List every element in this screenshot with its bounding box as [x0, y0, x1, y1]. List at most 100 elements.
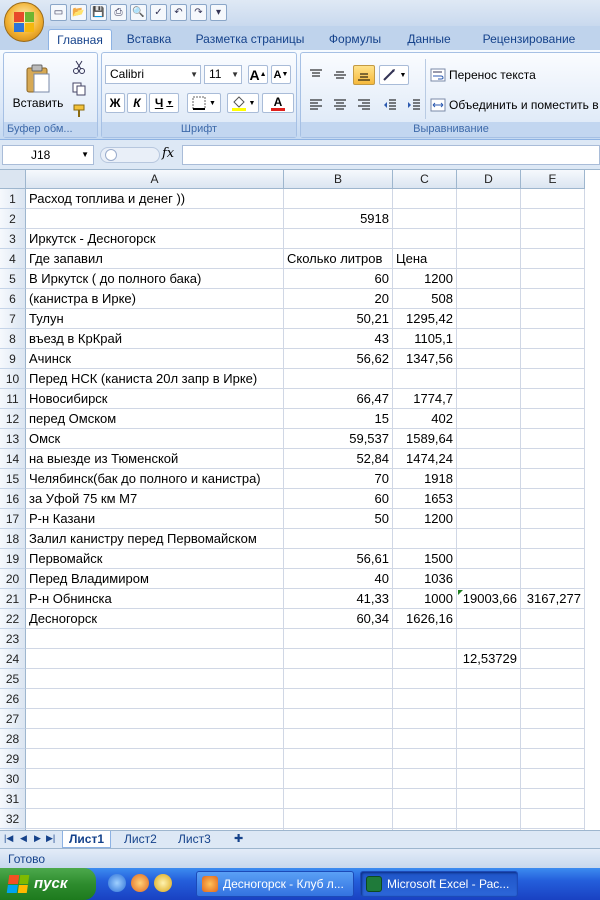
fx-icon[interactable]: fx	[162, 146, 174, 161]
cell-b15[interactable]: 70	[284, 469, 393, 489]
cell-d26[interactable]	[457, 689, 521, 709]
cell-a31[interactable]	[26, 789, 284, 809]
cell-a10[interactable]: Перед НСК (каниста 20л запр в Ирке)	[26, 369, 284, 389]
cell-a5[interactable]: В Иркутск ( до полного бака)	[26, 269, 284, 289]
cell-a27[interactable]	[26, 709, 284, 729]
cell-c30[interactable]	[393, 769, 457, 789]
cell-a3[interactable]: Иркутск - Десногорск	[26, 229, 284, 249]
cell-e14[interactable]	[521, 449, 585, 469]
cell-c27[interactable]	[393, 709, 457, 729]
cell-d16[interactable]	[457, 489, 521, 509]
cell-b23[interactable]	[284, 629, 393, 649]
cell-d10[interactable]	[457, 369, 521, 389]
cell-e21[interactable]: 3167,277	[521, 589, 585, 609]
cell-e23[interactable]	[521, 629, 585, 649]
cell-a13[interactable]: Омск	[26, 429, 284, 449]
cell-a7[interactable]: Тулун	[26, 309, 284, 329]
align-right-icon[interactable]	[353, 95, 375, 115]
cell-c4[interactable]: Цена	[393, 249, 457, 269]
next-sheet-icon[interactable]: ▶	[34, 833, 41, 844]
office-button[interactable]	[4, 2, 44, 42]
copy-icon[interactable]	[70, 81, 88, 97]
cell-e28[interactable]	[521, 729, 585, 749]
cell-c9[interactable]: 1347,56	[393, 349, 457, 369]
cell-b16[interactable]: 60	[284, 489, 393, 509]
cell-d27[interactable]	[457, 709, 521, 729]
cell-e9[interactable]	[521, 349, 585, 369]
cell-d1[interactable]	[457, 189, 521, 209]
cell-a1[interactable]: Расход топлива и денег ))	[26, 189, 284, 209]
cell-a11[interactable]: Новосибирск	[26, 389, 284, 409]
cell-b21[interactable]: 41,33	[284, 589, 393, 609]
cell-d29[interactable]	[457, 749, 521, 769]
cell-b17[interactable]: 50	[284, 509, 393, 529]
cell-d14[interactable]	[457, 449, 521, 469]
cell-b10[interactable]	[284, 369, 393, 389]
cell-b8[interactable]: 43	[284, 329, 393, 349]
undo-icon[interactable]: ↶	[170, 4, 187, 21]
row-header[interactable]: 4	[0, 249, 26, 269]
prev-sheet-icon[interactable]: ◀	[20, 833, 27, 844]
row-header[interactable]: 28	[0, 729, 26, 749]
align-left-icon[interactable]	[305, 95, 327, 115]
borders-button[interactable]: ▼	[187, 93, 221, 113]
cell-a26[interactable]	[26, 689, 284, 709]
cell-c25[interactable]	[393, 669, 457, 689]
cell-b1[interactable]	[284, 189, 393, 209]
cell-b18[interactable]	[284, 529, 393, 549]
font-color-button[interactable]: A	[262, 93, 294, 113]
cell-d28[interactable]	[457, 729, 521, 749]
row-header[interactable]: 7	[0, 309, 26, 329]
cell-b24[interactable]	[284, 649, 393, 669]
first-sheet-icon[interactable]: |◀	[4, 833, 13, 844]
cell-a6[interactable]: (канистра в Ирке)	[26, 289, 284, 309]
cell-c11[interactable]: 1774,7	[393, 389, 457, 409]
cell-e3[interactable]	[521, 229, 585, 249]
cut-icon[interactable]	[70, 59, 88, 75]
cell-a20[interactable]: Перед Владимиром	[26, 569, 284, 589]
increase-indent-icon[interactable]	[403, 95, 425, 115]
cell-d31[interactable]	[457, 789, 521, 809]
cell-b9[interactable]: 56,62	[284, 349, 393, 369]
tab-home[interactable]: Главная	[48, 29, 112, 50]
shrink-font-button[interactable]: A ▼	[271, 65, 291, 84]
cell-e10[interactable]	[521, 369, 585, 389]
cell-d15[interactable]	[457, 469, 521, 489]
cell-d3[interactable]	[457, 229, 521, 249]
row-header[interactable]: 13	[0, 429, 26, 449]
cell-d23[interactable]	[457, 629, 521, 649]
italic-button[interactable]: К	[127, 93, 147, 113]
paste-button[interactable]: Вставить	[8, 57, 68, 117]
cell-c3[interactable]	[393, 229, 457, 249]
row-header[interactable]: 18	[0, 529, 26, 549]
sheet-tab-3[interactable]: Лист3	[172, 831, 217, 848]
cell-e30[interactable]	[521, 769, 585, 789]
cell-b5[interactable]: 60	[284, 269, 393, 289]
row-header[interactable]: 12	[0, 409, 26, 429]
cell-c22[interactable]: 1626,16	[393, 609, 457, 629]
cell-a4[interactable]: Где запавил	[26, 249, 284, 269]
cell-e5[interactable]	[521, 269, 585, 289]
align-middle-icon[interactable]	[329, 65, 351, 85]
cell-d19[interactable]	[457, 549, 521, 569]
cell-d32[interactable]	[457, 809, 521, 829]
taskbar-item-firefox[interactable]: Десногорск - Клуб л...	[196, 871, 354, 897]
customize-icon[interactable]: ▾	[210, 4, 227, 21]
cell-d24[interactable]: 12,53729	[457, 649, 521, 669]
spelling-icon[interactable]: ✓	[150, 4, 167, 21]
row-header[interactable]: 29	[0, 749, 26, 769]
cell-b13[interactable]: 59,537	[284, 429, 393, 449]
cell-c6[interactable]: 508	[393, 289, 457, 309]
firefox-quicklaunch-icon[interactable]	[131, 874, 149, 892]
column-header-c[interactable]: C	[393, 170, 457, 189]
cell-e4[interactable]	[521, 249, 585, 269]
cell-b30[interactable]	[284, 769, 393, 789]
font-size-select[interactable]: 11 ▼	[204, 65, 242, 84]
row-header[interactable]: 14	[0, 449, 26, 469]
cell-c32[interactable]	[393, 809, 457, 829]
cell-b4[interactable]: Сколько литров	[284, 249, 393, 269]
cell-e26[interactable]	[521, 689, 585, 709]
start-button[interactable]: пуск	[0, 868, 96, 900]
row-header[interactable]: 24	[0, 649, 26, 669]
cell-b12[interactable]: 15	[284, 409, 393, 429]
